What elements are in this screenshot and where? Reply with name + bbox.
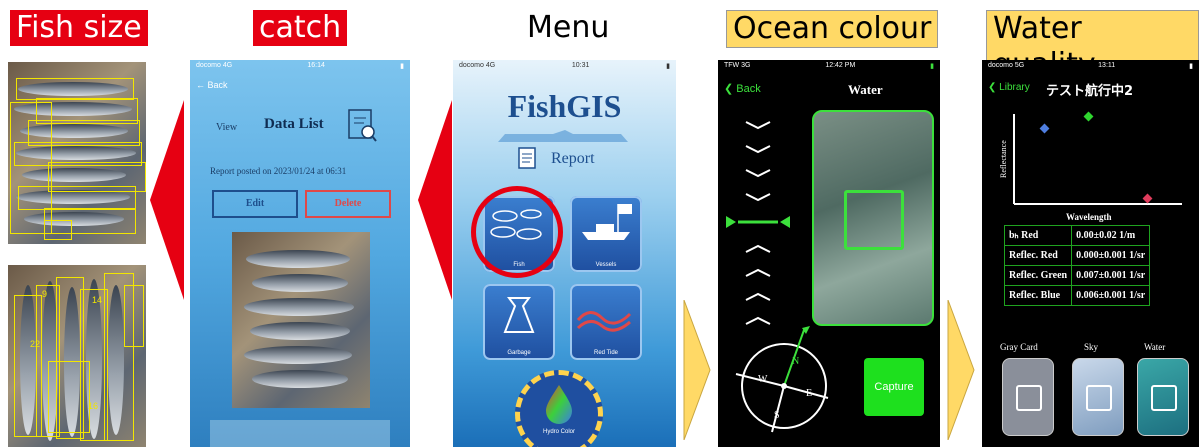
gray-card-thumbnail[interactable] <box>1002 358 1054 436</box>
red-tide-button[interactable]: Red Tide <box>570 284 642 360</box>
boat-icon <box>582 204 632 240</box>
sky-label: Sky <box>1084 342 1099 352</box>
water-drop-icon <box>546 385 572 424</box>
time-text: 10:31 <box>571 62 590 69</box>
ocean-screen: TFW 3G 12:42 PM ▮ ❮ Back Water N E S W C… <box>718 60 940 447</box>
arrow-right-yellow-2 <box>947 300 975 440</box>
water-quality-screen: docomo 5G 13:11 ▮ ❮ Library テスト航行中2 Refl… <box>982 60 1199 447</box>
fish-label: 22 <box>30 339 41 349</box>
table-row: Reflec. Red 0.000±0.001 1/sr <box>1003 245 1151 266</box>
edit-button[interactable]: Edit <box>212 190 298 218</box>
catch-photo <box>232 232 370 408</box>
table-row: bₕ Red 0.00±0.02 1/m <box>1003 225 1151 246</box>
time-text: 16:14 <box>307 62 325 69</box>
results-table: bₕ Red 0.00±0.02 1/m Reflec. Red 0.000±0.0… <box>1003 225 1151 306</box>
water-thumbnail[interactable] <box>1137 358 1189 436</box>
fish-label: 16 <box>88 401 99 411</box>
back-button[interactable]: ❮ Back <box>724 82 761 95</box>
arrow-left-red-2 <box>418 100 452 300</box>
garbage-bag-icon <box>503 297 535 333</box>
wave-icon <box>576 311 632 332</box>
compass-east: E <box>806 388 812 399</box>
compass-north: N <box>792 356 799 367</box>
header-ocean-colour: Ocean colour <box>726 10 939 48</box>
report-icon <box>517 146 539 170</box>
garbage-button[interactable]: Garbage <box>483 284 555 360</box>
library-back-button[interactable]: ❮ Library <box>988 82 1030 93</box>
point-blue <box>1039 123 1050 134</box>
y-axis-label: Reflectance <box>999 140 1008 178</box>
sky-thumbnail[interactable] <box>1072 358 1124 436</box>
point-red <box>1142 193 1153 204</box>
table-row: Reflec. Green 0.007±0.001 1/sr <box>1003 265 1151 286</box>
capture-button[interactable]: Capture <box>864 358 924 416</box>
compass-icon: N E S W <box>735 326 829 433</box>
carrier-text: docomo 4G <box>459 62 496 69</box>
fish-label: 9 <box>42 289 48 299</box>
back-button[interactable]: ← Back <box>196 80 228 90</box>
fish-label: 14 <box>92 295 103 305</box>
document-search-icon <box>346 108 378 144</box>
arrow-right-yellow-1 <box>683 300 711 440</box>
screen-title: Water <box>848 82 883 97</box>
fish-photo-top <box>8 62 146 244</box>
screen-title: テスト航行中2 <box>1046 84 1134 99</box>
carrier-text: TFW 3G <box>724 62 751 69</box>
x-axis-label: Wavelength <box>1066 212 1112 222</box>
carrier-text: docomo 4G <box>196 62 233 69</box>
water-label: Water <box>1144 342 1166 352</box>
header-menu: Menu <box>527 10 610 45</box>
menu-screen: docomo 4G 10:31 ▮ FishGIS Report Fish Ve… <box>453 60 676 447</box>
chevron-left-icon: ❮ <box>724 83 734 95</box>
table-row: Reflec. Blue 0.006±0.001 1/sr <box>1003 285 1151 306</box>
carrier-text: docomo 5G <box>988 62 1025 69</box>
catch-screen: docomo 4G 16:14 ▮ ← Back View Data List … <box>190 60 410 447</box>
angle-scale <box>726 121 790 325</box>
view-label: View <box>216 122 238 133</box>
page-title: Data List <box>264 116 324 132</box>
gray-card-label: Gray Card <box>1000 342 1038 352</box>
point-green <box>1083 111 1094 122</box>
arrow-left-red-1 <box>150 100 184 300</box>
target-box <box>844 190 904 250</box>
ship-icon <box>493 130 633 144</box>
hydro-color-button[interactable]: Hydro Color <box>515 370 603 447</box>
header-fish-size: Fish size <box>10 10 148 46</box>
fish-photo-bottom: 9 14 22 16 <box>8 265 146 447</box>
water-preview <box>812 110 934 326</box>
time-text: 13:11 <box>1098 62 1116 69</box>
compass-west: W <box>758 374 768 385</box>
report-posted-text: Report posted on 2023/01/24 at 06:31 <box>210 166 347 176</box>
app-logo-text: FishGIS <box>507 88 622 124</box>
header-catch: catch <box>253 10 348 46</box>
chevron-left-icon: ← <box>196 80 205 90</box>
time-text: 12:42 PM <box>825 62 856 69</box>
highlight-circle <box>471 186 563 278</box>
chevron-left-icon: ❮ <box>988 82 997 93</box>
vessels-button[interactable]: Vessels <box>570 196 642 272</box>
report-heading: Report <box>551 150 595 167</box>
compass-south: S <box>774 410 780 421</box>
reflectance-chart: Reflectance Wavelength <box>999 111 1182 222</box>
delete-button[interactable]: Delete <box>305 190 391 218</box>
